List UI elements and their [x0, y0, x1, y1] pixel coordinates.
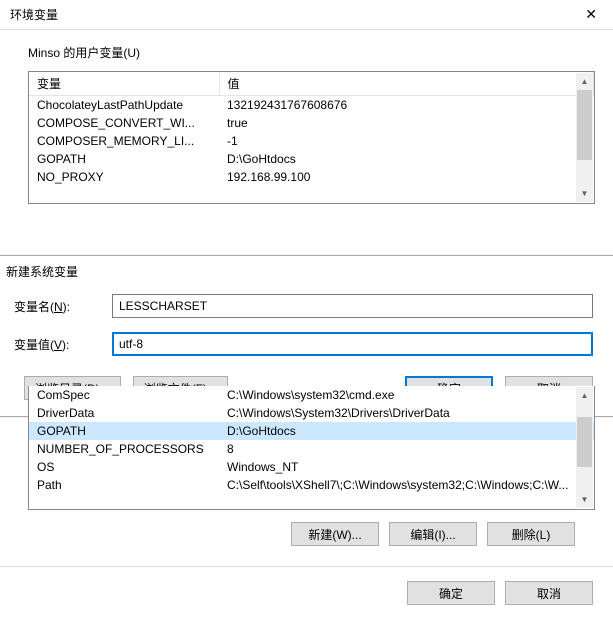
table-row[interactable]: DriverDataC:\Windows\System32\Drivers\Dr… [29, 404, 594, 422]
cell-val: D:\GoHtdocs [219, 422, 594, 440]
col-header-var[interactable]: 变量 [29, 72, 219, 96]
env-dialog: Minso 的用户变量(U) 变量 值 ChocolateyLastPathUp… [0, 30, 613, 619]
cell-val: C:\Windows\system32\cmd.exe [219, 386, 594, 404]
cell-var: OS [29, 458, 219, 476]
footer-buttons: 确定 取消 [0, 566, 613, 619]
scroll-down-icon[interactable]: ▼ [576, 185, 593, 202]
cell-val: true [219, 114, 594, 132]
user-vars-table[interactable]: 变量 值 ChocolateyLastPathUpdate13219243176… [29, 72, 594, 186]
cell-val: 8 [219, 440, 594, 458]
table-row[interactable]: COMPOSE_CONVERT_WI...true [29, 114, 594, 132]
scrollbar[interactable]: ▲ ▼ [576, 73, 593, 202]
cell-var: NUMBER_OF_PROCESSORS [29, 440, 219, 458]
edit-button[interactable]: 编辑(I)... [389, 522, 477, 546]
var-name-input[interactable] [112, 294, 593, 318]
ok-button[interactable]: 确定 [407, 581, 495, 605]
cell-val: D:\GoHtdocs [219, 150, 594, 168]
scroll-thumb[interactable] [577, 417, 592, 467]
cell-var: NO_PROXY [29, 168, 219, 186]
table-row[interactable]: GOPATHD:\GoHtdocs [29, 422, 594, 440]
scroll-thumb[interactable] [577, 90, 592, 160]
var-name-row: 变量名(N): [0, 290, 613, 328]
cell-val: Windows_NT [219, 458, 594, 476]
system-vars-section: ComSpecC:\Windows\system32\cmd.exeDriver… [0, 386, 613, 566]
var-value-input[interactable] [112, 332, 593, 356]
cell-var: GOPATH [29, 422, 219, 440]
var-name-label: 变量名(N): [14, 298, 112, 315]
table-row[interactable]: GOPATHD:\GoHtdocs [29, 150, 594, 168]
cell-var: ComSpec [29, 386, 219, 404]
table-row[interactable]: OSWindows_NT [29, 458, 594, 476]
var-value-row: 变量值(V): [0, 328, 613, 366]
table-row[interactable]: NUMBER_OF_PROCESSORS8 [29, 440, 594, 458]
cell-var: DriverData [29, 404, 219, 422]
table-row[interactable]: ChocolateyLastPathUpdate1321924317676086… [29, 96, 594, 115]
cell-var: ChocolateyLastPathUpdate [29, 96, 219, 115]
user-vars-label: Minso 的用户变量(U) [28, 44, 595, 61]
table-row[interactable]: PathC:\Self\tools\XShell7\;C:\Windows\sy… [29, 476, 594, 494]
var-value-label: 变量值(V): [14, 336, 112, 353]
table-header-row: 变量 值 [29, 72, 594, 96]
system-vars-table[interactable]: ComSpecC:\Windows\system32\cmd.exeDriver… [29, 386, 594, 494]
cell-val: 192.168.99.100 [219, 168, 594, 186]
scrollbar[interactable]: ▲ ▼ [576, 387, 593, 508]
scroll-down-icon[interactable]: ▼ [576, 491, 593, 508]
cell-val: C:\Windows\System32\Drivers\DriverData [219, 404, 594, 422]
system-vars-buttons: 新建(W)... 编辑(I)... 删除(L) [28, 510, 595, 560]
cell-var: Path [29, 476, 219, 494]
table-row[interactable]: ComSpecC:\Windows\system32\cmd.exe [29, 386, 594, 404]
dialog-title: 新建系统变量 [0, 256, 613, 290]
titlebar: 环境变量 ✕ [0, 0, 613, 30]
col-header-val[interactable]: 值 [219, 72, 594, 96]
scroll-up-icon[interactable]: ▲ [576, 73, 593, 90]
cell-var: COMPOSER_MEMORY_LI... [29, 132, 219, 150]
scroll-up-icon[interactable]: ▲ [576, 387, 593, 404]
cell-var: COMPOSE_CONVERT_WI... [29, 114, 219, 132]
user-vars-table-wrap: 变量 值 ChocolateyLastPathUpdate13219243176… [28, 71, 595, 204]
new-button[interactable]: 新建(W)... [291, 522, 379, 546]
user-vars-section: Minso 的用户变量(U) 变量 值 ChocolateyLastPathUp… [0, 30, 613, 210]
close-icon[interactable]: ✕ [579, 4, 603, 25]
cancel-button[interactable]: 取消 [505, 581, 593, 605]
cell-val: -1 [219, 132, 594, 150]
system-vars-table-wrap: ComSpecC:\Windows\system32\cmd.exeDriver… [28, 386, 595, 510]
table-row[interactable]: NO_PROXY192.168.99.100 [29, 168, 594, 186]
cell-val: 132192431767608676 [219, 96, 594, 115]
cell-val: C:\Self\tools\XShell7\;C:\Windows\system… [219, 476, 594, 494]
window-title: 环境变量 [10, 6, 58, 23]
cell-var: GOPATH [29, 150, 219, 168]
table-row[interactable]: COMPOSER_MEMORY_LI...-1 [29, 132, 594, 150]
delete-button[interactable]: 删除(L) [487, 522, 575, 546]
